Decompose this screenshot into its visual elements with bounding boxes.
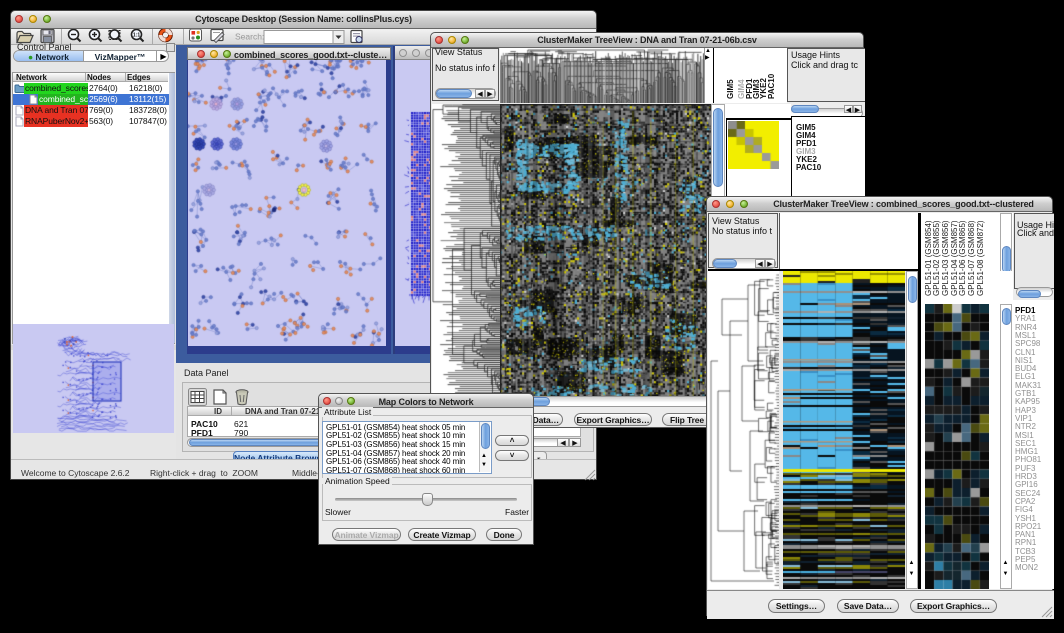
svg-text:1:1: 1:1: [133, 33, 140, 39]
svg-text:Search:: Search:: [235, 32, 264, 42]
